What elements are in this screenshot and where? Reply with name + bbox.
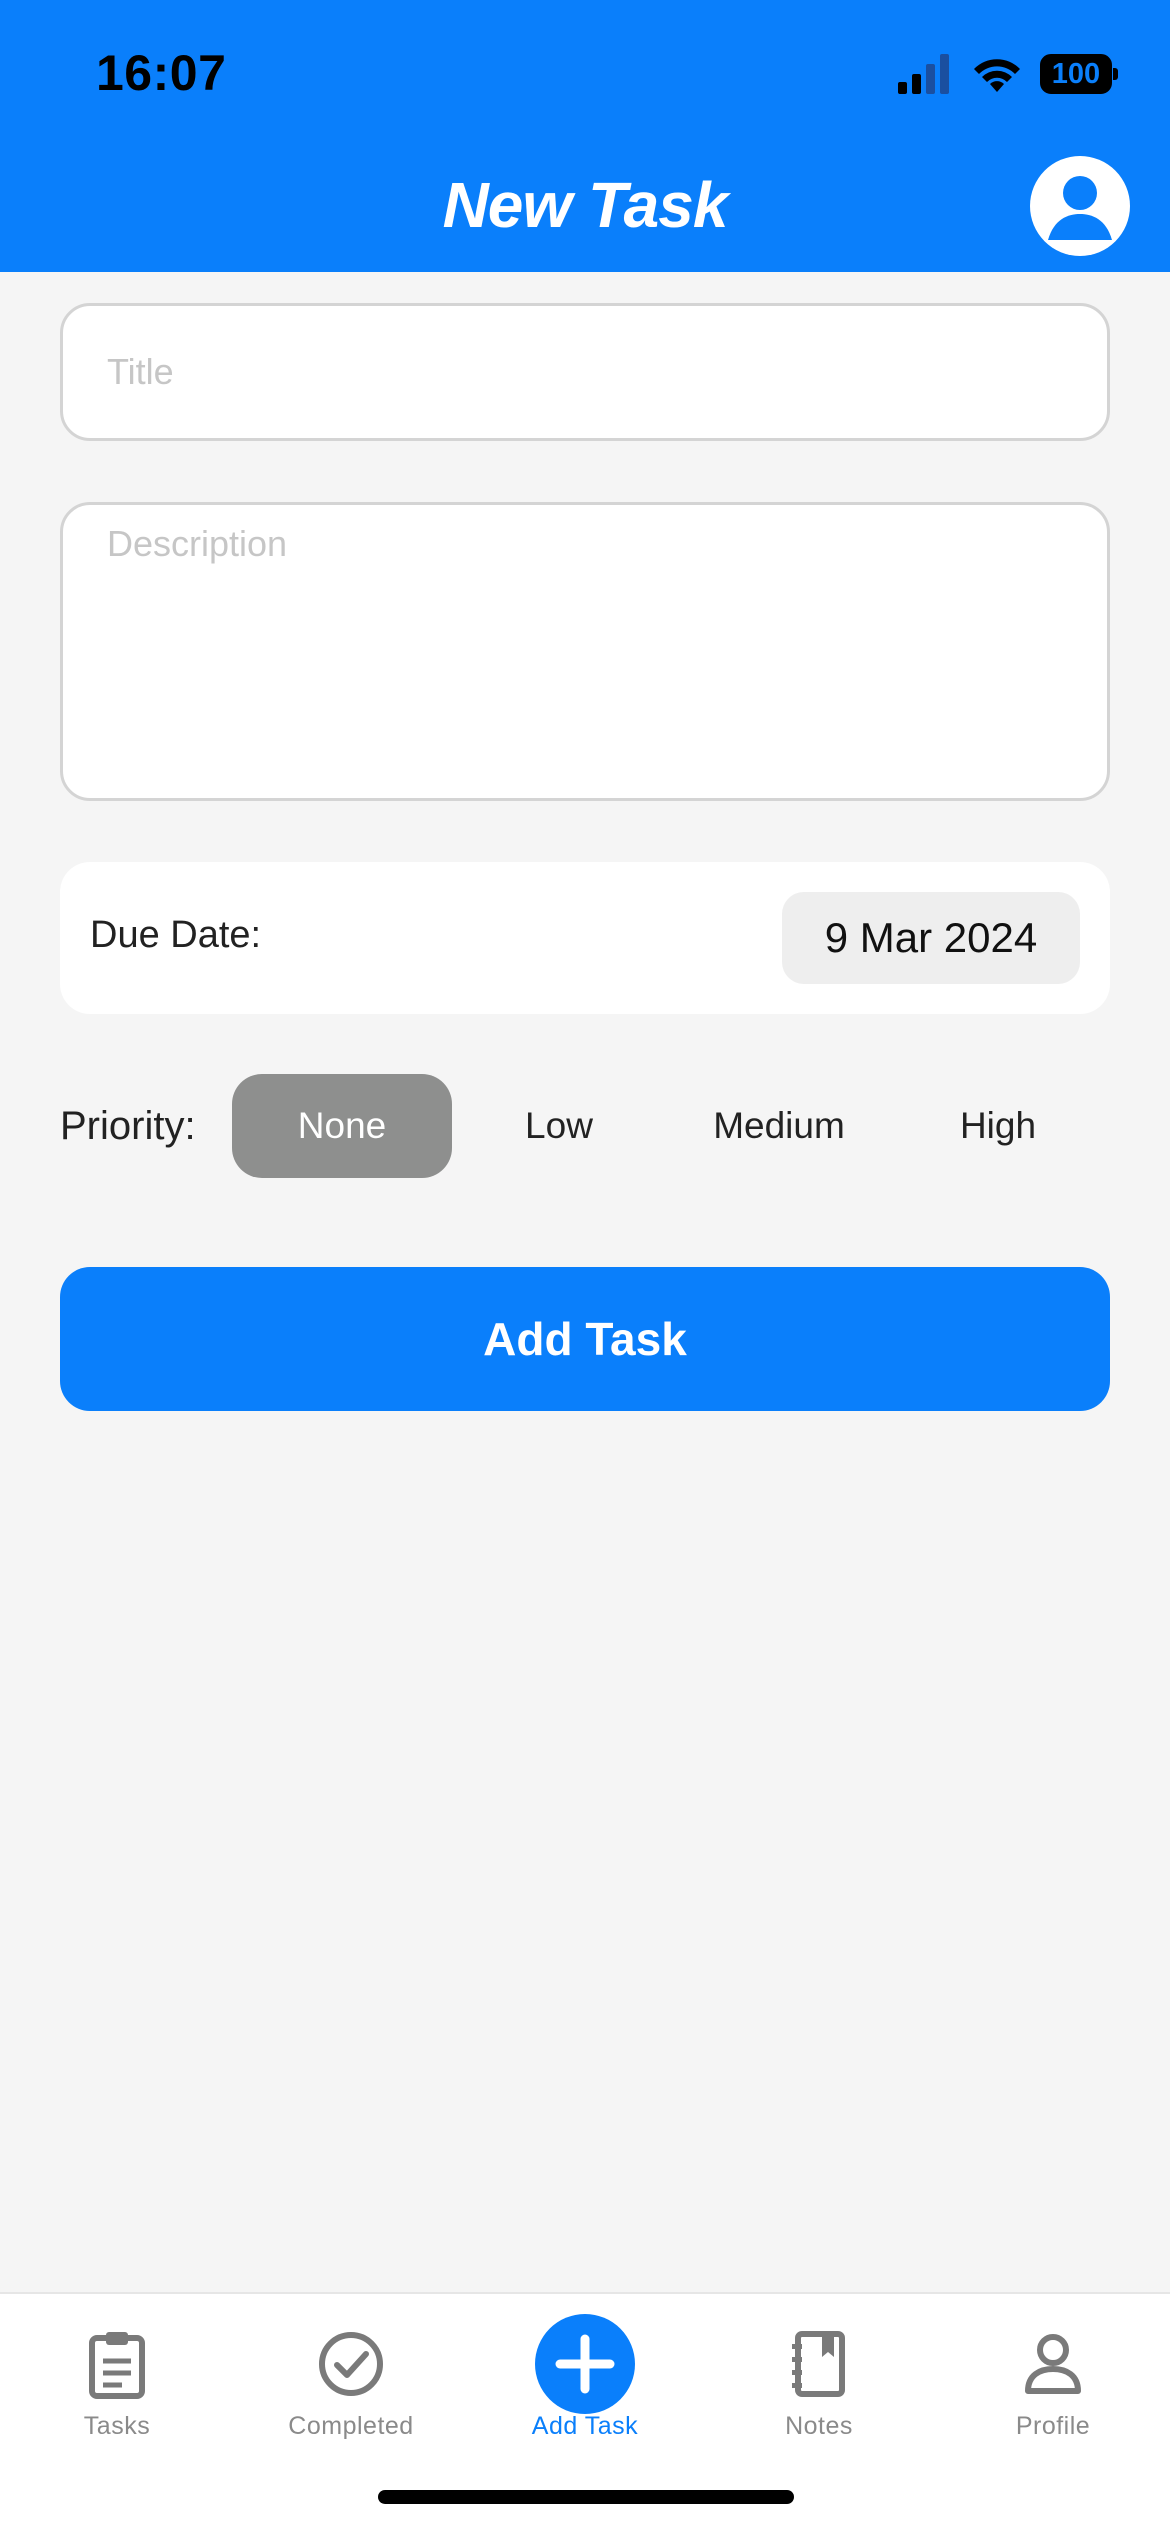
tab-completed[interactable]: Completed xyxy=(234,2294,468,2474)
priority-option-high[interactable]: High xyxy=(888,1074,1108,1178)
battery-level: 100 xyxy=(1051,57,1101,90)
due-date-picker[interactable]: 9 Mar 2024 xyxy=(782,892,1080,984)
home-indicator xyxy=(378,2490,794,2504)
avatar-icon xyxy=(1048,176,1112,240)
tab-tasks[interactable]: Tasks xyxy=(0,2294,234,2474)
wifi-icon xyxy=(974,59,1020,92)
tab-label-profile: Profile xyxy=(1015,2412,1091,2440)
status-icons: 100 xyxy=(898,52,1118,96)
tab-add-task[interactable]: Add Task xyxy=(468,2294,702,2474)
header-bar: 16:07 100 New Task xyxy=(0,0,1170,272)
priority-option-low[interactable]: Low xyxy=(449,1074,669,1178)
add-task-button[interactable]: Add Task xyxy=(60,1267,1110,1411)
person-icon xyxy=(1003,2314,1103,2414)
due-date-label: Due Date: xyxy=(90,914,262,956)
battery-icon: 100 xyxy=(1040,54,1118,94)
priority-option-none[interactable]: None xyxy=(232,1074,452,1178)
plus-circle-icon xyxy=(535,2314,635,2414)
title-input[interactable] xyxy=(60,303,1110,441)
due-date-row: Due Date: 9 Mar 2024 xyxy=(60,862,1110,1014)
signal-icon xyxy=(898,54,949,94)
notebook-icon xyxy=(769,2314,869,2414)
page-title: New Task xyxy=(442,169,729,241)
priority-option-medium[interactable]: Medium xyxy=(669,1074,889,1178)
profile-avatar-button[interactable] xyxy=(1030,156,1130,256)
description-input[interactable] xyxy=(60,502,1110,801)
tab-label-completed: Completed xyxy=(288,2412,414,2440)
checkmark-circle-icon xyxy=(301,2314,401,2414)
tab-label-tasks: Tasks xyxy=(83,2412,151,2440)
tab-label-notes: Notes xyxy=(785,2412,853,2440)
tab-label-add-task: Add Task xyxy=(531,2412,639,2440)
clipboard-icon xyxy=(67,2314,167,2414)
status-time: 16:07 xyxy=(96,45,227,101)
tab-notes[interactable]: Notes xyxy=(702,2294,936,2474)
priority-label: Priority: xyxy=(60,1104,196,1148)
tab-profile[interactable]: Profile xyxy=(936,2294,1170,2474)
